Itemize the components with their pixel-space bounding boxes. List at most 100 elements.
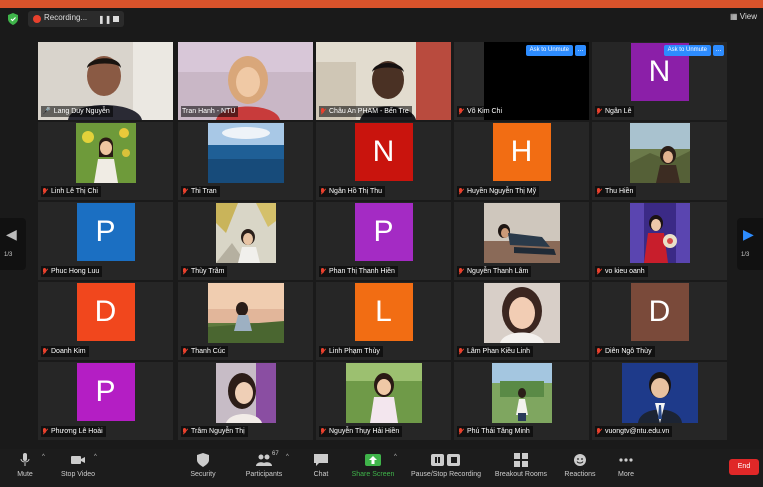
muted-microphone-icon (320, 347, 326, 356)
muted-microphone-icon (42, 267, 48, 276)
participant-name: Thi Tran (191, 188, 217, 195)
share-screen-button[interactable]: Share Screen (348, 453, 398, 478)
participant-photo (215, 203, 276, 264)
participant-more-button[interactable]: ... (713, 45, 724, 56)
participant-name: Ngân Hồ Thị Thu (329, 188, 383, 195)
participant-tile[interactable]: Phú Thái Tăng Minh (454, 362, 589, 440)
participant-tile[interactable]: Lâm Phan Kiều Linh (454, 282, 589, 360)
more-label: More (618, 471, 634, 478)
muted-microphone-icon (42, 347, 48, 356)
mute-options-caret-icon[interactable]: ^ (42, 454, 45, 460)
participant-tile[interactable]: L Linh Phạm Thùy (316, 282, 451, 360)
pause-stop-recording-button[interactable]: Pause/Stop Recording (406, 453, 486, 478)
participants-label: Participants (245, 471, 283, 478)
participant-tile[interactable]: Nguyễn Thanh Lâm (454, 202, 589, 280)
muted-microphone-icon (458, 107, 464, 116)
breakout-rooms-label: Breakout Rooms (494, 471, 548, 478)
muted-microphone-icon (596, 267, 602, 276)
end-meeting-button[interactable]: End (729, 459, 759, 475)
participant-tile[interactable]: Thùy Trâm (178, 202, 313, 280)
ask-to-unmute-button[interactable]: Ask to Unmute (525, 45, 573, 56)
participant-photo (207, 123, 284, 184)
participant-avatar: L (354, 282, 413, 341)
participant-tile[interactable]: D Doanh Kim (38, 282, 173, 360)
mute-button[interactable]: Mute (10, 453, 40, 478)
participant-name: Lang Duy Nguyễn (53, 108, 110, 115)
participant-name: Nguyễn Thụy Hải Hiền (329, 428, 400, 435)
participant-tile[interactable]: Trâm Nguyễn Thị (178, 362, 313, 440)
participant-name-tag: Trâm Nguyễn Thị (181, 426, 248, 437)
chat-button[interactable]: Chat (308, 453, 334, 478)
reactions-button[interactable]: Reactions (560, 453, 600, 478)
participant-tile[interactable]: Nguyễn Thụy Hải Hiền (316, 362, 451, 440)
pause-recording-icon[interactable]: ❚❚ (98, 15, 111, 24)
muted-microphone-icon (458, 187, 464, 196)
ask-to-unmute-button[interactable]: Ask to Unmute (663, 45, 711, 56)
microphone-icon: 🎤 (42, 108, 51, 115)
share-options-caret-icon[interactable]: ^ (394, 454, 397, 460)
muted-microphone-icon (42, 187, 48, 196)
participant-tile[interactable]: D Diên Ngô Thùy (592, 282, 727, 360)
meeting-toolbar: Mute ^ Stop Video ^ Security Participant… (0, 449, 763, 487)
participant-name: Thanh Cúc (191, 348, 226, 355)
participant-avatar: P (76, 202, 135, 261)
security-label: Security (190, 471, 216, 478)
video-options-caret-icon[interactable]: ^ (94, 454, 97, 460)
participants-options-caret-icon[interactable]: ^ (286, 454, 289, 460)
participant-tile[interactable]: N Ask to Unmute ... Ngân Lê (592, 42, 727, 120)
participant-tile[interactable]: 🎤 Lang Duy Nguyễn (38, 42, 173, 120)
previous-page-button[interactable]: ◀ 1/3 (0, 218, 26, 270)
record-dot-icon (33, 15, 41, 23)
chat-label: Chat (313, 471, 329, 478)
participant-tile[interactable]: Linh Lê Thị Chi (38, 122, 173, 200)
participant-tile[interactable]: H Huyền Nguyễn Thị Mỹ (454, 122, 589, 200)
shield-icon[interactable] (8, 13, 18, 25)
muted-microphone-icon (42, 427, 48, 436)
participant-tile[interactable]: P Phương Lê Hoài (38, 362, 173, 440)
participant-name-tag: Phuc Hong Luu (41, 266, 103, 277)
participant-name-tag: Ngân Hồ Thị Thu (319, 186, 386, 197)
view-button[interactable]: ▦ View (730, 12, 757, 21)
participant-photo (621, 363, 698, 424)
shield-icon (197, 453, 209, 467)
participant-name: Thùy Trâm (191, 268, 225, 275)
arrow-left-icon: ◀ (6, 226, 17, 242)
pause-stop-recording-icon (431, 454, 460, 466)
participant-avatar: N (354, 122, 413, 181)
participant-tile[interactable]: N Ngân Hồ Thị Thu (316, 122, 451, 200)
participant-more-button[interactable]: ... (575, 45, 586, 56)
muted-microphone-icon (182, 267, 188, 276)
muted-microphone-icon (458, 267, 464, 276)
participant-tile[interactable]: P Phan Thị Thanh Hiền (316, 202, 451, 280)
participant-tile[interactable]: Tran Hanh - NTU (178, 42, 313, 120)
page-indicator-right: 1/3 (741, 252, 750, 258)
participant-tile[interactable]: P Phuc Hong Luu (38, 202, 173, 280)
participant-tile[interactable]: vo kieu oanh (592, 202, 727, 280)
stop-recording-icon[interactable] (113, 16, 119, 22)
participant-tile[interactable]: Thanh Cúc (178, 282, 313, 360)
participant-name-tag: vuongtv@ntu.edu.vn (595, 426, 673, 437)
breakout-rooms-button[interactable]: Breakout Rooms (490, 453, 552, 478)
participant-tile[interactable]: Thi Tran (178, 122, 313, 200)
security-button[interactable]: Security (184, 453, 222, 478)
participant-tile[interactable]: Châu An PHAM - Bến Tre (316, 42, 451, 120)
participants-button[interactable]: Participants (240, 453, 288, 478)
more-button[interactable]: More (612, 453, 640, 478)
muted-microphone-icon (596, 427, 602, 436)
participant-photo (629, 123, 690, 184)
more-dots-icon (619, 458, 633, 462)
participant-name-tag: Phương Lê Hoài (41, 426, 106, 437)
participant-name-tag: 🎤 Lang Duy Nguyễn (41, 106, 113, 117)
muted-microphone-icon (182, 187, 188, 196)
reactions-icon (574, 454, 586, 466)
participant-tile[interactable]: vuongtv@ntu.edu.vn (592, 362, 727, 440)
muted-microphone-icon (596, 347, 602, 356)
participant-tile[interactable]: Ask to Unmute ... Võ Kim Chi (454, 42, 589, 120)
participant-tile[interactable]: Thu Hiền (592, 122, 727, 200)
next-page-button[interactable]: ▶ 1/3 (737, 218, 763, 270)
stop-video-label: Stop Video (60, 471, 96, 478)
muted-microphone-icon (458, 347, 464, 356)
muted-microphone-icon (596, 187, 602, 196)
video-camera-icon (71, 456, 85, 464)
participant-photo (483, 203, 560, 264)
